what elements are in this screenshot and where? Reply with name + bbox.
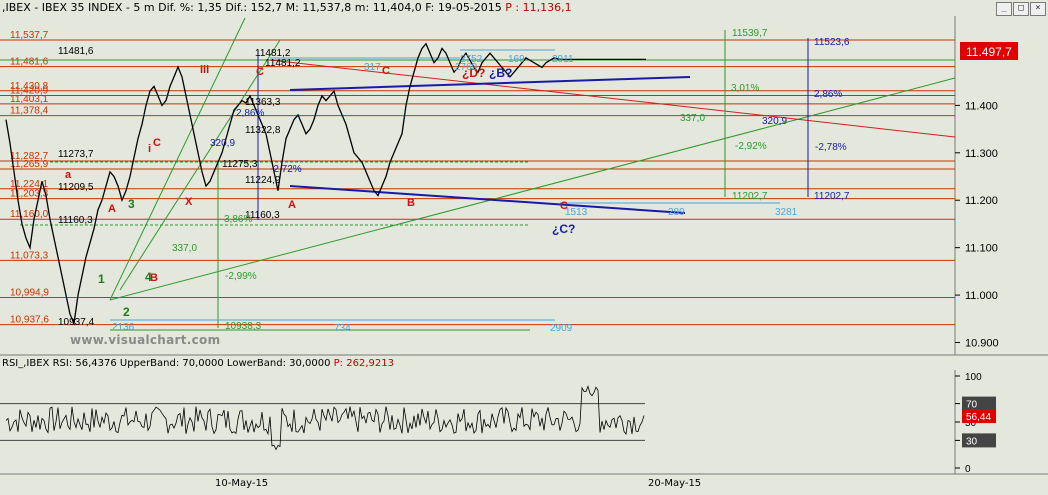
percent-label: -2,78% [815,142,847,153]
current-price-label: 11.497,7 [966,45,1012,59]
percent-label: 2,86% [814,89,842,100]
measure-label: 734 [334,323,351,334]
wave-label: iii [200,64,209,76]
question-label: ¿C? [552,222,575,236]
wave-label: 1 [98,272,105,286]
rsi-badge-label: 70 [966,400,978,411]
measure-label: 2769 [455,62,478,73]
rsi-tick-label: 0 [965,464,971,475]
price-chart: 11,537,711,481,611,420,911,430,811,403,1… [0,16,1048,475]
rsi-last: P: 262,9213 [333,358,394,369]
measure-label: 2911 [552,54,574,65]
value-annotation: 11275,3 [222,159,258,170]
wave-label: 2 [123,305,130,319]
price-tick-label: 11.400 [965,100,998,112]
range-label: 11202,7 [814,191,850,202]
value-annotation: 11209,5 [58,182,94,193]
level-label: 10,937,6 [10,315,49,326]
price-tick-label: 11.200 [965,195,998,207]
value-annotation: 11363,3 [245,97,281,108]
watermark: www.visualchart.com [70,333,221,347]
percent-label: 3,01% [731,83,759,94]
level-label: 11,430,8 [10,81,49,92]
range-label: 11539,7 [732,28,768,39]
wave-label: A [108,203,116,215]
range-label: 11523,6 [814,37,850,48]
rsi-header: RSI_,IBEX RSI: 56,4376 UpperBand: 70,000… [0,357,394,371]
range-label: 11202,7 [732,191,768,202]
x-axis-label-1: 10-May-15 [215,478,269,489]
wave-label: 4 [145,270,152,284]
rsi-axis: 10070503007056,4430 [955,372,996,475]
measure-label: 337,0 [172,243,197,254]
rsi-panel [0,370,955,474]
measure-label: 320,9 [210,138,235,149]
price-axis-panel [955,16,1048,356]
value-annotation: 10937,4 [58,317,95,328]
value-annotation: 11160,3 [58,215,93,226]
value-annotation: 11481,2 [265,58,301,69]
level-label: 11,265,9 [10,159,49,170]
wave-label: 3 [128,197,135,211]
measure-label: 317 [364,62,381,73]
chart-window: ,IBEX - IBEX 35 INDEX - 5 m Dif. %: 1,35… [0,0,1048,495]
rsi-badge-label: 30 [966,436,978,447]
wave-label: B [407,197,415,209]
measure-label: 2909 [550,323,573,334]
measure-label: 3281 [775,207,798,218]
wave-label: i [148,143,151,155]
measure-label: 320,9 [762,116,787,127]
wave-label: C [382,65,390,77]
level-label: 11,073,3 [10,250,49,261]
question-label: ¿B? [489,66,512,80]
rsi-badge-label: 56,44 [966,412,991,423]
measure-label: 1513 [565,207,588,218]
range-label: 10938,3 [225,321,262,332]
percent-label: -2,72% [270,164,302,175]
level-label: 11,537,7 [10,30,49,41]
price-tick-label: 11.300 [965,148,998,160]
level-label: 11,203,3 [10,189,49,200]
rsi-tick-label: 100 [965,372,982,383]
level-label: 10,994,9 [10,288,49,299]
level-label: 11,481,6 [10,57,49,68]
x-axis-label-2: 20-May-15 [648,478,702,489]
value-annotation: 11273,7 [58,149,94,160]
price-tick-label: 11.000 [965,290,998,302]
percent-label: -2,99% [225,271,257,282]
level-label: 11,378,4 [10,106,49,117]
percent-label: -2,92% [735,141,767,152]
rsi-info: RSI_,IBEX RSI: 56,4376 UpperBand: 70,000… [2,358,331,369]
percent-label: 3,86% [224,214,252,225]
wave-label: C [153,137,161,149]
level-label: 11,160,0 [10,209,49,220]
wave-label: a [65,169,72,181]
value-annotation: 11322,8 [245,125,281,136]
measure-label: 337,0 [680,113,705,124]
wave-label: C [256,66,264,78]
measure-label: 169 [508,54,525,65]
price-tick-label: 11.100 [965,243,998,255]
percent-label: 2,86% [236,108,264,119]
level-label: 11,403,1 [10,94,49,105]
price-tick-label: 10.900 [965,338,999,350]
value-annotation: 11224,9 [245,175,281,186]
wave-label: X [185,196,193,208]
measure-label: 2136 [112,322,135,333]
wave-label: A [288,199,296,211]
value-annotation: 11481,6 [58,46,94,57]
measure-label: 289 [668,207,685,218]
